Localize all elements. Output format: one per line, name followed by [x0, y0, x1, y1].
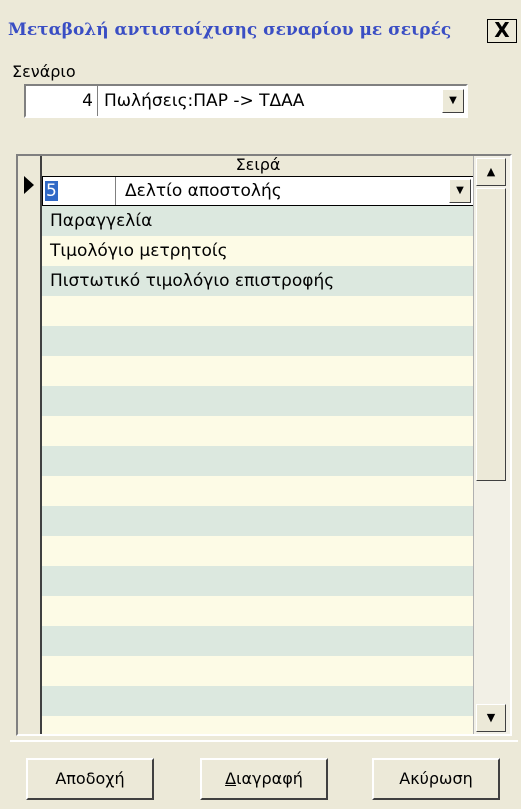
scenario-label: Σενάριο [12, 62, 76, 81]
grid-rows: Παραγγελία Τιμολόγιο μετρητοίς Πιστωτικό… [42, 176, 474, 734]
edit-row-value[interactable]: Δελτίο αποστολής [125, 177, 282, 205]
table-row-empty[interactable] [42, 536, 474, 566]
scroll-down-icon[interactable]: ▼ [476, 704, 506, 732]
accept-button[interactable]: Αποδοχή [26, 758, 154, 800]
scroll-up-icon[interactable]: ▲ [476, 158, 506, 186]
row-header-column [18, 156, 42, 734]
scrollbar-thumb[interactable] [476, 188, 506, 481]
table-row-empty[interactable] [42, 296, 474, 326]
table-row-empty[interactable] [42, 686, 474, 716]
column-header-series[interactable]: Σειρά [42, 156, 474, 174]
table-row-empty[interactable] [42, 476, 474, 506]
window-title: Μεταβολή αντιστοίχισης σεναρίου με σειρέ… [8, 20, 452, 40]
edit-row[interactable]: 5 Δελτίο αποστολής ▼ [42, 176, 474, 206]
delete-label-rest: ιαγραφή [236, 769, 303, 788]
table-row-empty[interactable] [42, 656, 474, 686]
table-row-empty[interactable] [42, 386, 474, 416]
table-row-empty[interactable] [42, 506, 474, 536]
series-grid[interactable]: Σειρά Παραγγελία Τιμολόγιο μετρητοίς Πισ… [16, 154, 512, 736]
close-button[interactable]: X [487, 19, 517, 43]
chevron-down-icon[interactable]: ▼ [442, 89, 464, 113]
scenario-value: Πωλήσεις:ΠΑΡ -> ΤΔΑΑ [104, 91, 305, 111]
table-row[interactable]: Πιστωτικό τιμολόγιο επιστροφής [42, 266, 474, 296]
scenario-number: 4 [26, 86, 98, 116]
table-row-empty[interactable] [42, 626, 474, 656]
chevron-down-icon[interactable]: ▼ [449, 179, 471, 203]
table-row-empty[interactable] [42, 326, 474, 356]
table-row-empty[interactable] [42, 716, 474, 734]
table-row-empty[interactable] [42, 416, 474, 446]
table-row-empty[interactable] [42, 566, 474, 596]
table-row[interactable]: Τιμολόγιο μετρητοίς [42, 236, 474, 266]
title-bar: Μεταβολή αντιστοίχισης σεναρίου με σειρέ… [0, 0, 521, 44]
vertical-scrollbar[interactable]: ▲ ▼ [473, 156, 510, 734]
scenario-combobox[interactable]: 4 Πωλήσεις:ΠΑΡ -> ΤΔΑΑ ▼ [24, 84, 468, 118]
delete-button[interactable]: Διαγραφή [200, 758, 328, 800]
edit-row-code[interactable]: 5 [43, 177, 116, 205]
edit-row-code-value[interactable]: 5 [45, 181, 58, 201]
cancel-button[interactable]: Ακύρωση [372, 758, 500, 800]
delete-accesskey: Δ [225, 769, 237, 788]
row-pointer-icon [24, 176, 34, 194]
table-row-empty[interactable] [42, 356, 474, 386]
table-row-empty[interactable] [42, 446, 474, 476]
table-row[interactable]: Παραγγελία [42, 206, 474, 236]
table-row-empty[interactable] [42, 596, 474, 626]
